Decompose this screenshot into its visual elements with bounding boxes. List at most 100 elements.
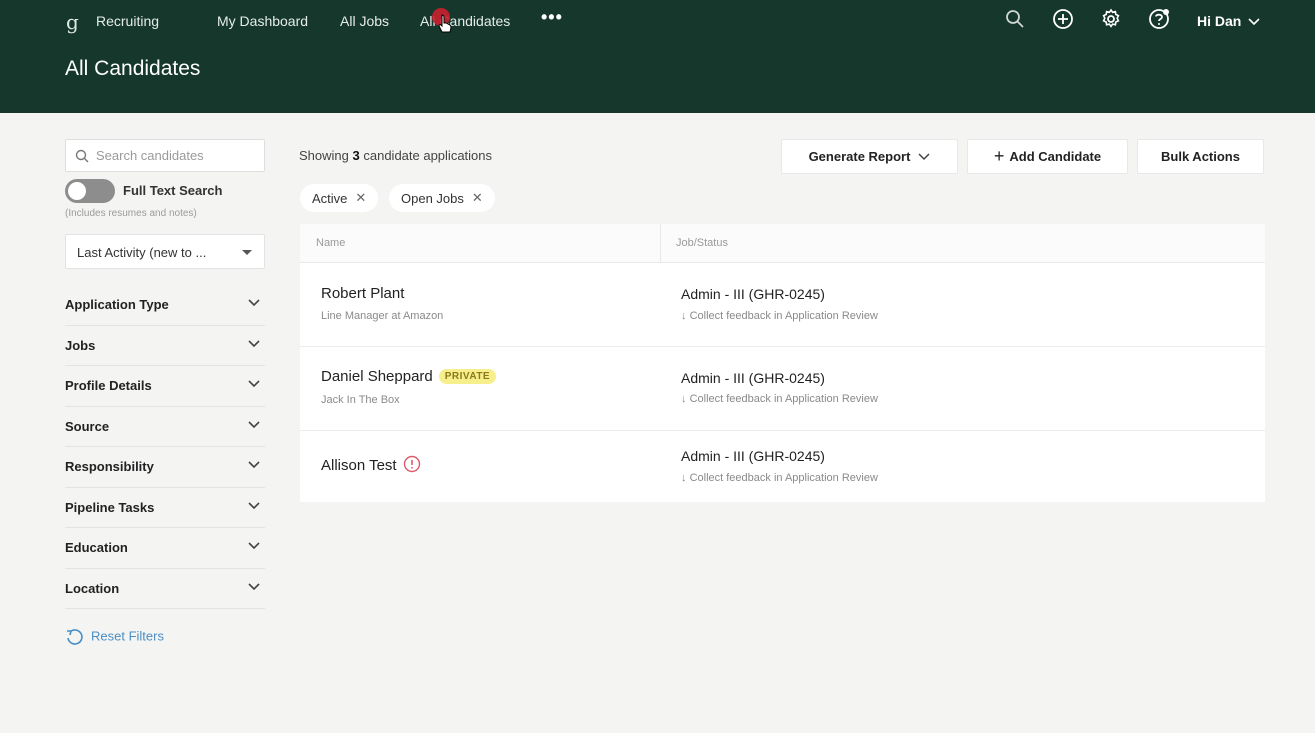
filter-label: Education (65, 540, 128, 555)
chevron-down-icon (248, 339, 260, 347)
filter-location[interactable]: Location (65, 569, 265, 609)
plus-icon: + (993, 146, 1005, 166)
full-text-search-label: Full Text Search (123, 183, 223, 198)
filter-label: Application Type (65, 297, 169, 312)
filter-label: Location (65, 580, 120, 596)
filter-chip-open-jobs[interactable]: Open Jobs ✕ (389, 184, 495, 212)
filter-application-type[interactable]: Application Type (65, 285, 265, 326)
status-text: Collect feedback in Application Review (689, 472, 878, 484)
filter-label: Profile Details (65, 378, 152, 393)
candidate-name[interactable]: Daniel Sheppard (321, 368, 433, 385)
status-text: Collect feedback in Application Review (689, 310, 878, 322)
alert-icon[interactable] (403, 455, 421, 473)
filter-label: Jobs (65, 337, 96, 353)
filter-label: Source (65, 418, 110, 434)
caret-down-icon (242, 250, 252, 255)
chevron-down-icon (248, 299, 260, 307)
job-status: ↓ Collect feedback in Application Review (681, 472, 878, 484)
arrow-down-icon: ↓ (681, 393, 690, 405)
filter-jobs[interactable]: Jobs (65, 326, 265, 366)
nav-my-dashboard[interactable]: My Dashboard (217, 13, 308, 29)
filter-responsibility[interactable]: Responsibility (65, 447, 265, 488)
table-row[interactable]: Allison Test Admin - III (GHR-0245) ↓ Co… (300, 431, 1265, 502)
status-text: Collect feedback in Application Review (689, 393, 878, 405)
bulk-actions-button[interactable]: Bulk Actions (1137, 139, 1264, 174)
column-header-name[interactable]: Name (316, 237, 345, 249)
filter-list: Application Type Jobs Profile Details So… (65, 285, 265, 609)
chevron-down-icon (248, 461, 260, 469)
page-title: All Candidates (65, 57, 201, 80)
sort-select[interactable]: Last Activity (new to ... (65, 234, 265, 269)
user-greeting: Hi Dan (1197, 13, 1242, 29)
filter-chip-active[interactable]: Active ✕ (300, 184, 379, 212)
table-row[interactable]: Daniel Sheppard PRIVATE Jack In The Box A… (300, 347, 1265, 431)
search-candidates-input[interactable] (96, 140, 256, 171)
arrow-down-icon: ↓ (681, 310, 690, 322)
close-icon[interactable]: ✕ (472, 190, 483, 206)
column-divider (660, 224, 661, 263)
candidates-table: Name Job/Status Robert Plant Line Manage… (300, 224, 1265, 502)
candidate-name[interactable]: Robert Plant (321, 285, 404, 302)
chevron-down-icon (918, 152, 930, 160)
filter-education[interactable]: Education (65, 528, 265, 569)
generate-report-button[interactable]: Generate Report (781, 139, 958, 174)
add-candidate-button[interactable]: + Add Candidate (967, 139, 1128, 174)
sort-select-value: Last Activity (new to ... (77, 245, 207, 260)
search-icon (75, 149, 89, 163)
bulk-actions-label: Bulk Actions (1161, 149, 1240, 164)
full-text-search-toggle[interactable] (65, 179, 115, 203)
chevron-down-icon (248, 542, 260, 550)
help-icon[interactable] (1148, 8, 1170, 30)
table-header: Name Job/Status (300, 224, 1265, 263)
column-header-job-status[interactable]: Job/Status (676, 237, 728, 249)
arrow-down-icon: ↓ (681, 472, 690, 484)
more-nav-button[interactable]: ••• (541, 7, 563, 28)
filter-label: Responsibility (65, 459, 154, 474)
full-text-search-hint: (Includes resumes and notes) (65, 208, 197, 219)
generate-report-label: Generate Report (808, 149, 911, 164)
candidate-name[interactable]: Allison Test (321, 457, 397, 474)
results-summary: Showing 3 candidate applications (299, 148, 492, 163)
showing-suffix: candidate applications (363, 148, 493, 163)
job-status: ↓ Collect feedback in Application Review (681, 393, 878, 405)
nav-all-jobs[interactable]: All Jobs (340, 13, 389, 29)
gear-icon[interactable] (1100, 8, 1122, 30)
filter-label: Pipeline Tasks (65, 499, 155, 515)
filter-profile-details[interactable]: Profile Details (65, 366, 265, 407)
private-badge: PRIVATE (438, 369, 497, 384)
candidate-subtitle: Jack In The Box (321, 394, 400, 406)
app-name[interactable]: Recruiting (96, 13, 159, 29)
candidate-name-cell: Allison Test (321, 455, 421, 474)
job-title[interactable]: Admin - III (GHR-0245) (681, 370, 825, 386)
chevron-down-icon (1248, 18, 1260, 26)
reset-filters-label: Reset Filters (91, 628, 164, 644)
reset-filters-link[interactable]: Reset Filters (65, 628, 164, 646)
add-circle-icon[interactable] (1052, 8, 1074, 30)
chevron-down-icon (248, 501, 260, 509)
candidate-subtitle: Line Manager at Amazon (321, 310, 444, 322)
hand-cursor-icon (438, 14, 452, 33)
job-status: ↓ Collect feedback in Application Review (681, 310, 878, 322)
top-header: g Recruiting My Dashboard All Jobs All C… (0, 0, 1315, 113)
job-title[interactable]: Admin - III (GHR-0245) (681, 448, 825, 464)
filter-source[interactable]: Source (65, 407, 265, 447)
table-row[interactable]: Robert Plant Line Manager at Amazon Admi… (300, 264, 1265, 347)
greenhouse-logo-icon[interactable]: g (66, 10, 79, 34)
chip-label: Open Jobs (401, 190, 464, 206)
showing-prefix: Showing (299, 148, 349, 163)
chip-label: Active (312, 190, 348, 206)
chevron-down-icon (248, 420, 260, 428)
filter-pipeline-tasks[interactable]: Pipeline Tasks (65, 488, 265, 528)
search-candidates-box[interactable] (65, 139, 265, 172)
chevron-down-icon (248, 380, 260, 388)
user-menu[interactable]: Hi Dan (1197, 13, 1261, 29)
search-icon[interactable] (1004, 8, 1026, 30)
close-icon[interactable]: ✕ (355, 190, 366, 206)
job-title[interactable]: Admin - III (GHR-0245) (681, 286, 825, 302)
chevron-down-icon (248, 582, 260, 590)
candidate-name-cell: Daniel Sheppard PRIVATE (321, 368, 497, 385)
toggle-knob (68, 182, 86, 200)
reset-icon (67, 629, 83, 645)
showing-count: 3 (352, 148, 360, 163)
add-candidate-label: Add Candidate (1009, 149, 1102, 164)
